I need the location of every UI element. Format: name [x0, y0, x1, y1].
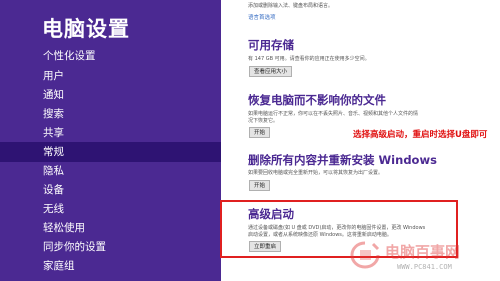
language-description: 添加或删除输入法、键盘布局和语言。 [248, 3, 334, 9]
reset-pc-description: 如果要回收电脑或完全重新开始，可以将其恢复为出厂设置。 [248, 170, 384, 176]
sidebar-item-homegroup[interactable]: 家庭组 [0, 256, 221, 276]
refresh-pc-heading: 恢复电脑而不影响你的文件 [248, 93, 386, 107]
watermark-url: WWW.PC841.COM [397, 263, 452, 271]
sidebar-title: 电脑设置 [42, 17, 130, 41]
sidebar-item-ease-of-access[interactable]: 轻松使用 [0, 218, 221, 238]
sidebar-item-personalize[interactable]: 个性化设置 [0, 46, 221, 66]
watermark-text: 电脑百事网 [385, 243, 461, 261]
annotation-callout: 选择高级启动，重启时选择U盘即可 [351, 128, 490, 140]
refresh-pc-description-line2: 况下恢复它。 [248, 118, 279, 124]
sidebar-item-sync-settings[interactable]: 同步你的设置 [0, 237, 221, 257]
sidebar-item-share[interactable]: 共享 [0, 123, 221, 143]
refresh-pc-start-button[interactable]: 开始 [249, 127, 271, 138]
sidebar-item-general[interactable]: 常规 [0, 142, 221, 162]
view-app-sizes-button[interactable]: 查看应用大小 [249, 66, 293, 77]
sidebar-item-privacy[interactable]: 隐私 [0, 161, 221, 181]
reset-pc-heading: 删除所有内容并重新安装 Windows [248, 153, 437, 167]
language-preferences-link[interactable]: 语言首选项 [248, 13, 276, 21]
watermark-logo-icon [350, 241, 380, 269]
refresh-pc-description-line1: 如果电脑运行不正常，你可以在不丢失照片、音乐、视频和其他个人文件的情 [248, 111, 419, 117]
sidebar-item-notifications[interactable]: 通知 [0, 85, 221, 105]
storage-description: 有 147 GB 可用。请查看你的应用正在使用多少空间。 [248, 56, 370, 62]
sidebar-item-search[interactable]: 搜索 [0, 104, 221, 124]
watermark: 电脑百事网 WWW.PC841.COM [345, 236, 500, 281]
sidebar-item-devices[interactable]: 设备 [0, 180, 221, 200]
storage-heading: 可用存储 [248, 38, 294, 52]
sidebar-item-wireless[interactable]: 无线 [0, 199, 221, 219]
settings-sidebar: 电脑设置 个性化设置 用户 通知 搜索 共享 常规 隐私 设备 无线 轻松使用 … [0, 0, 221, 281]
sidebar-item-users[interactable]: 用户 [0, 66, 221, 86]
reset-pc-start-button[interactable]: 开始 [249, 180, 271, 191]
